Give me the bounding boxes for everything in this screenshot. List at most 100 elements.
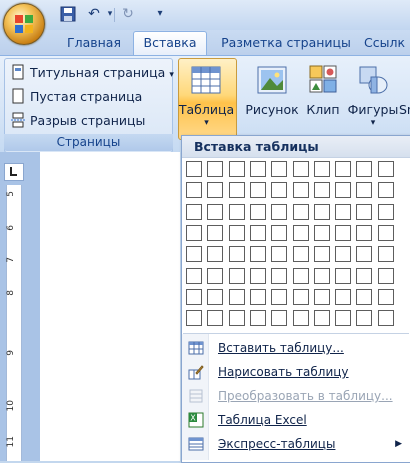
table-grid-cell[interactable] <box>335 268 351 284</box>
table-grid-cell[interactable] <box>207 268 223 284</box>
table-grid-cell[interactable] <box>356 182 372 198</box>
office-button[interactable] <box>3 3 45 45</box>
table-grid-cell[interactable] <box>207 161 223 177</box>
tab-selector-button[interactable] <box>4 163 24 181</box>
table-grid-cell[interactable] <box>207 204 223 220</box>
document-page[interactable] <box>40 152 180 461</box>
table-grid-cell[interactable] <box>356 246 372 262</box>
table-grid-cell[interactable] <box>293 204 309 220</box>
table-grid-cell[interactable] <box>271 310 287 326</box>
table-size-grid[interactable] <box>186 161 406 331</box>
table-grid-cell[interactable] <box>229 161 245 177</box>
table-grid-cell[interactable] <box>378 182 394 198</box>
table-grid-cell[interactable] <box>186 310 202 326</box>
excel-table-menu-item[interactable]: X Таблица Excel <box>182 408 410 432</box>
table-grid-cell[interactable] <box>335 246 351 262</box>
table-grid-cell[interactable] <box>271 204 287 220</box>
tab-page-layout[interactable]: Разметка страницы <box>216 32 356 54</box>
table-grid-cell[interactable] <box>229 182 245 198</box>
table-grid-cell[interactable] <box>314 225 330 241</box>
quick-tables-menu-item[interactable]: Экспресс-таблицы ▶ <box>182 432 410 456</box>
save-icon[interactable] <box>60 6 76 22</box>
table-grid-cell[interactable] <box>186 289 202 305</box>
table-grid-cell[interactable] <box>335 289 351 305</box>
page-break-button[interactable]: Разрыв страницы <box>10 111 145 131</box>
table-grid-cell[interactable] <box>356 225 372 241</box>
table-grid-cell[interactable] <box>356 268 372 284</box>
table-grid-cell[interactable] <box>293 182 309 198</box>
table-grid-cell[interactable] <box>314 204 330 220</box>
table-grid-cell[interactable] <box>335 182 351 198</box>
table-grid-cell[interactable] <box>207 182 223 198</box>
table-grid-cell[interactable] <box>335 310 351 326</box>
table-grid-cell[interactable] <box>186 246 202 262</box>
table-grid-cell[interactable] <box>335 161 351 177</box>
table-grid-cell[interactable] <box>186 268 202 284</box>
picture-button[interactable]: Рисунок <box>244 60 300 136</box>
table-grid-cell[interactable] <box>356 161 372 177</box>
table-grid-cell[interactable] <box>207 310 223 326</box>
table-grid-cell[interactable] <box>293 289 309 305</box>
table-grid-cell[interactable] <box>293 268 309 284</box>
table-grid-cell[interactable] <box>356 289 372 305</box>
tab-references[interactable]: Ссылк <box>364 32 410 54</box>
table-grid-cell[interactable] <box>378 289 394 305</box>
table-grid-cell[interactable] <box>335 204 351 220</box>
table-grid-cell[interactable] <box>314 182 330 198</box>
insert-table-menu-item[interactable]: Вставить таблицу... <box>182 336 410 360</box>
table-grid-cell[interactable] <box>293 161 309 177</box>
table-grid-cell[interactable] <box>271 289 287 305</box>
shapes-button[interactable]: Фигуры ▾ <box>347 60 399 136</box>
redo-icon[interactable]: ↻ <box>120 6 136 22</box>
blank-page-button[interactable]: Пустая страница <box>10 87 142 107</box>
table-grid-cell[interactable] <box>378 246 394 262</box>
table-grid-cell[interactable] <box>271 161 287 177</box>
clip-art-button[interactable]: Клип <box>302 60 344 136</box>
table-grid-cell[interactable] <box>335 225 351 241</box>
table-grid-cell[interactable] <box>378 268 394 284</box>
table-grid-cell[interactable] <box>207 225 223 241</box>
table-grid-cell[interactable] <box>186 161 202 177</box>
table-grid-cell[interactable] <box>356 204 372 220</box>
undo-icon[interactable]: ↶ <box>86 6 102 22</box>
table-grid-cell[interactable] <box>229 204 245 220</box>
table-grid-cell[interactable] <box>293 246 309 262</box>
table-grid-cell[interactable] <box>207 246 223 262</box>
table-grid-cell[interactable] <box>293 225 309 241</box>
table-grid-cell[interactable] <box>229 310 245 326</box>
table-grid-cell[interactable] <box>186 204 202 220</box>
table-grid-cell[interactable] <box>378 225 394 241</box>
table-grid-cell[interactable] <box>250 161 266 177</box>
table-grid-cell[interactable] <box>378 310 394 326</box>
table-grid-cell[interactable] <box>314 246 330 262</box>
draw-table-menu-item[interactable]: Нарисовать таблицу <box>182 360 410 384</box>
table-grid-cell[interactable] <box>250 204 266 220</box>
table-grid-cell[interactable] <box>229 289 245 305</box>
table-grid-cell[interactable] <box>229 225 245 241</box>
customize-qat-icon[interactable]: ▾ <box>152 6 168 22</box>
table-grid-cell[interactable] <box>250 182 266 198</box>
table-grid-cell[interactable] <box>271 246 287 262</box>
table-grid-cell[interactable] <box>271 225 287 241</box>
cover-page-button[interactable]: Титульная страница ▾ <box>10 63 174 83</box>
table-grid-cell[interactable] <box>293 310 309 326</box>
table-grid-cell[interactable] <box>314 289 330 305</box>
table-grid-cell[interactable] <box>186 225 202 241</box>
undo-dropdown-icon[interactable]: ▾ <box>102 6 118 22</box>
table-grid-cell[interactable] <box>314 268 330 284</box>
table-grid-cell[interactable] <box>207 289 223 305</box>
table-grid-cell[interactable] <box>378 161 394 177</box>
table-grid-cell[interactable] <box>250 289 266 305</box>
table-grid-cell[interactable] <box>250 246 266 262</box>
table-grid-cell[interactable] <box>378 204 394 220</box>
table-grid-cell[interactable] <box>271 268 287 284</box>
table-grid-cell[interactable] <box>186 182 202 198</box>
smartart-button[interactable]: Sn <box>399 60 410 136</box>
table-grid-cell[interactable] <box>314 310 330 326</box>
table-grid-cell[interactable] <box>314 161 330 177</box>
table-grid-cell[interactable] <box>271 182 287 198</box>
table-grid-cell[interactable] <box>229 268 245 284</box>
tab-home[interactable]: Главная <box>58 32 130 54</box>
table-grid-cell[interactable] <box>229 246 245 262</box>
table-grid-cell[interactable] <box>250 310 266 326</box>
